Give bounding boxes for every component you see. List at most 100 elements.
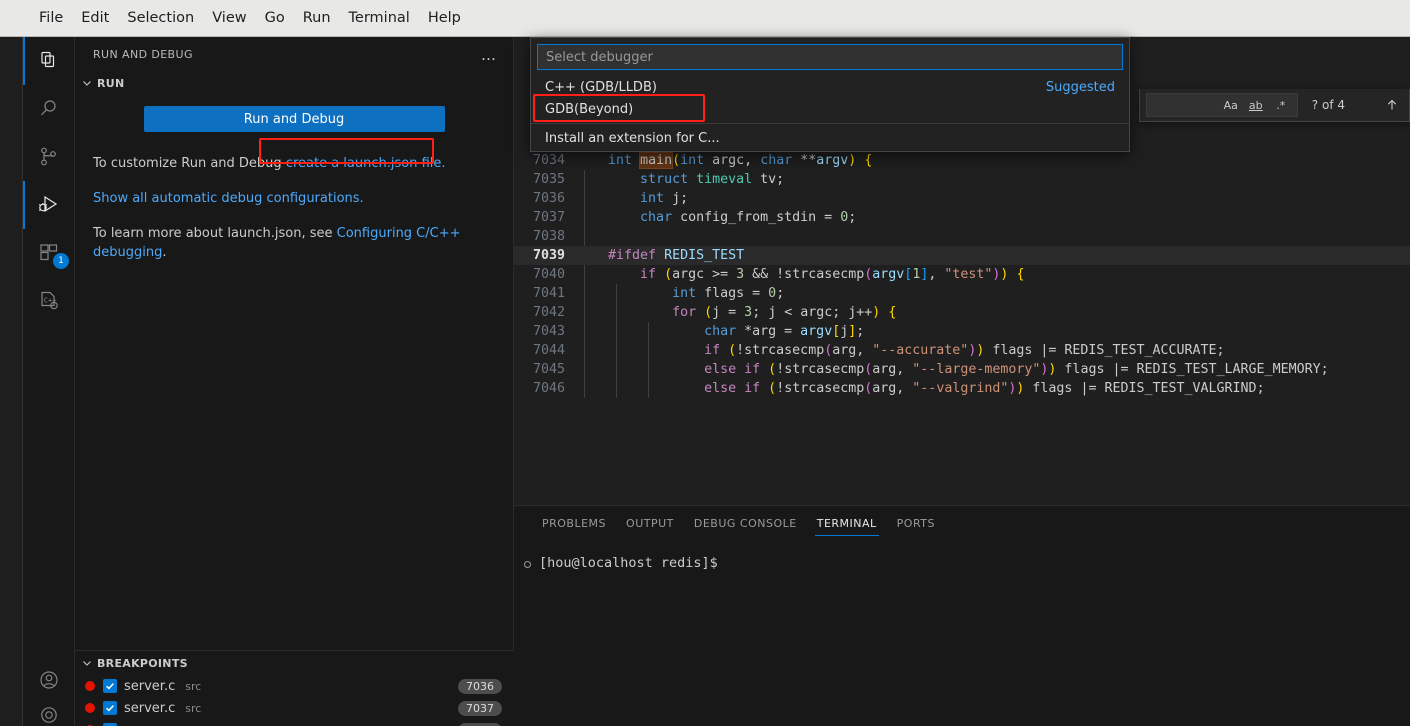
- run-and-debug-button[interactable]: Run and Debug: [143, 106, 445, 132]
- code-line-content: #ifdef REDIS_TEST: [576, 246, 1410, 265]
- code-token: "test": [944, 267, 993, 282]
- code-line[interactable]: 7044 if (!strcasecmp(arg, "--accurate"))…: [514, 341, 1410, 360]
- menu-item-view[interactable]: View: [203, 8, 255, 28]
- code-tokens: int j;: [576, 191, 688, 206]
- learn-more-text: To learn more about launch.json, see Con…: [93, 224, 495, 262]
- menu-item-terminal[interactable]: Terminal: [340, 8, 419, 28]
- menu-item-edit[interactable]: Edit: [72, 8, 118, 28]
- menu-item-go[interactable]: Go: [256, 8, 294, 28]
- code-line-content: else if (!strcasecmp(arg, "--large-memor…: [576, 360, 1410, 379]
- bottom-panel: PROBLEMS OUTPUT DEBUG CONSOLE TERMINAL PORTS…: [514, 505, 1410, 726]
- show-all-automatic-debug-configurations-link[interactable]: Show all automatic debug configurations.: [93, 191, 364, 206]
- code-token: j;: [664, 191, 689, 206]
- match-case-icon[interactable]: Aa: [1221, 96, 1241, 114]
- panel-tab-ports[interactable]: PORTS: [887, 506, 945, 541]
- quick-pick-dropdown: C++ (GDB/LLDB) Suggested GDB(Beyond) Instal…: [530, 37, 1130, 152]
- code-token: argc >=: [672, 267, 737, 282]
- breakpoint-row[interactable]: server.c src 7036: [75, 675, 514, 697]
- code-line[interactable]: 7035 struct timeval tv;: [514, 170, 1410, 189]
- code-tokens: else if (!strcasecmp(arg, "--valgrind"))…: [576, 381, 1264, 396]
- breakpoints-header[interactable]: BREAKPOINTS: [75, 651, 514, 675]
- breakpoint-line-number: 7082: [458, 722, 502, 726]
- use-regex-icon[interactable]: .*: [1271, 96, 1291, 114]
- files-icon: [37, 49, 61, 73]
- code-token: {: [1016, 267, 1025, 282]
- activity-item-manage[interactable]: [23, 704, 75, 726]
- code-token: int: [672, 286, 697, 301]
- code-line-content: char *arg = argv[j];: [576, 322, 1410, 341]
- code-token: {: [864, 153, 873, 168]
- activity-item-search[interactable]: [23, 85, 75, 133]
- code-token: config_from_stdin =: [672, 210, 841, 225]
- line-number: 7041: [532, 286, 565, 301]
- menu-item-run[interactable]: Run: [294, 8, 340, 28]
- code-line-content: if (!strcasecmp(arg, "--accurate")) flag…: [576, 341, 1410, 360]
- panel-tab-problems[interactable]: PROBLEMS: [532, 506, 616, 541]
- code-token: flags =: [696, 286, 769, 301]
- code-tokens: char *arg = argv[j];: [576, 324, 864, 339]
- code-line[interactable]: 7040 if (argc >= 3 && !strcasecmp(argv[1…: [514, 265, 1410, 284]
- activity-item-account[interactable]: [23, 656, 75, 704]
- find-previous-match-icon[interactable]: [1381, 94, 1403, 116]
- panel-tab-terminal[interactable]: TERMINAL: [807, 506, 887, 541]
- panel-tab-debug-console[interactable]: DEBUG CONSOLE: [684, 506, 807, 541]
- code-line[interactable]: 7038: [514, 227, 1410, 246]
- breakpoint-checkbox[interactable]: [103, 679, 117, 693]
- breakpoint-file-name: server.c: [124, 723, 175, 726]
- activity-item-source-control[interactable]: [23, 133, 75, 181]
- code-token: timeval: [696, 172, 753, 187]
- code-token: int: [680, 153, 705, 168]
- activity-item-run-and-debug[interactable]: [23, 181, 75, 229]
- quick-pick-item[interactable]: Install an extension for C...: [531, 127, 1129, 149]
- quick-pick-item[interactable]: C++ (GDB/LLDB) Suggested: [531, 76, 1129, 98]
- svg-text:C++: C++: [44, 297, 57, 305]
- breakpoint-row[interactable]: server.csrc7082: [75, 719, 514, 726]
- activity-item-cpp-config[interactable]: C++: [23, 277, 75, 325]
- terminal-body[interactable]: [hou@localhost redis]$: [514, 541, 1410, 571]
- breakpoint-checkbox[interactable]: [103, 701, 117, 715]
- line-number: 7036: [532, 191, 565, 206]
- code-token: ;: [856, 324, 865, 339]
- code-line[interactable]: 7039 #ifdef REDIS_TEST: [514, 246, 1410, 265]
- code-line[interactable]: 7034 int main(int argc, char **argv) {: [514, 151, 1410, 170]
- match-whole-word-icon[interactable]: ab: [1246, 96, 1266, 114]
- line-number: 7037: [532, 210, 565, 225]
- code-line[interactable]: 7043 char *arg = argv[j];: [514, 322, 1410, 341]
- code-line[interactable]: 7036 int j;: [514, 189, 1410, 208]
- code-line[interactable]: 7042 for (j = 3; j < argc; j++) {: [514, 303, 1410, 322]
- activity-item-extensions[interactable]: 1: [23, 229, 75, 277]
- code-tokens: for (j = 3; j < argc; j++) {: [576, 305, 896, 320]
- sidebar-more-actions-button[interactable]: …: [481, 47, 497, 62]
- chevron-down-icon: [81, 77, 93, 89]
- code-line[interactable]: 7041 int flags = 0;: [514, 284, 1410, 303]
- menu-item-help[interactable]: Help: [419, 8, 470, 28]
- panel-tab-output[interactable]: OUTPUT: [616, 506, 684, 541]
- code-token: for: [672, 305, 697, 320]
- breakpoint-row[interactable]: server.c src 7037: [75, 697, 514, 719]
- find-input-wrapper[interactable]: Aa ab .*: [1145, 93, 1298, 117]
- quick-pick-item-label: GDB(Beyond): [545, 101, 634, 117]
- activity-item-explorer[interactable]: [23, 37, 75, 85]
- search-icon: [37, 97, 61, 121]
- select-debugger-input[interactable]: [537, 44, 1123, 70]
- learn-more-prefix: To learn more about launch.json, see: [93, 226, 337, 241]
- activity-bar-bottom: [23, 656, 75, 726]
- menu-item-selection[interactable]: Selection: [118, 8, 203, 28]
- create-launch-json-link[interactable]: create a launch.json file.: [286, 156, 446, 171]
- breakpoint-dot-icon: [85, 703, 95, 713]
- code-line[interactable]: 7045 else if (!strcasecmp(arg, "--large-…: [514, 360, 1410, 379]
- code-line[interactable]: 7046 else if (!strcasecmp(arg, "--valgri…: [514, 379, 1410, 398]
- code-token: j =: [712, 305, 745, 320]
- quick-pick-item[interactable]: GDB(Beyond): [531, 98, 1129, 120]
- code-token: flags |= REDIS_TEST_LARGE_MEMORY;: [1056, 362, 1329, 377]
- sidebar-section-run-header[interactable]: RUN: [75, 72, 513, 94]
- code-token: !strcasecmp: [776, 381, 865, 396]
- code-line[interactable]: 7037 char config_from_stdin = 0;: [514, 208, 1410, 227]
- menu-item-file[interactable]: File: [30, 8, 72, 28]
- code-token: ;: [848, 210, 857, 225]
